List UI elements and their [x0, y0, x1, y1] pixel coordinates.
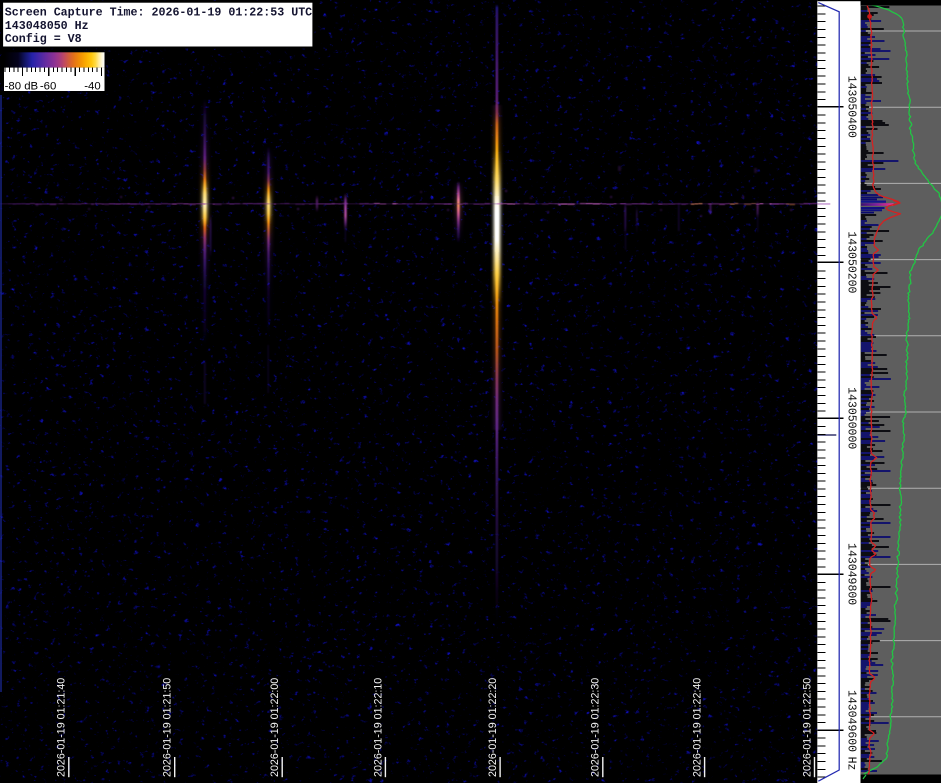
- svg-text:-40: -40: [84, 80, 100, 92]
- svg-text:143050200: 143050200: [845, 231, 858, 293]
- svg-text:2026-01-19 01:22:10: 2026-01-19 01:22:10: [372, 678, 384, 777]
- svg-text:143049800: 143049800: [845, 543, 858, 605]
- svg-text:2026-01-19 01:22:30: 2026-01-19 01:22:30: [590, 678, 602, 777]
- svg-text:2026-01-19 01:22:50: 2026-01-19 01:22:50: [801, 678, 813, 777]
- svg-text:2026-01-19 01:21:40: 2026-01-19 01:21:40: [56, 678, 68, 777]
- svg-text:143050000: 143050000: [845, 387, 858, 449]
- svg-text:2026-01-19 01:22:00: 2026-01-19 01:22:00: [269, 678, 281, 777]
- svg-text:2026-01-19 01:22:40: 2026-01-19 01:22:40: [692, 678, 704, 777]
- svg-text:-80 dB: -80 dB: [5, 80, 39, 92]
- svg-text:-60: -60: [40, 80, 56, 92]
- svg-text:2026-01-19 01:21:50: 2026-01-19 01:21:50: [162, 678, 174, 777]
- svg-text:143048050 Hz: 143048050 Hz: [5, 20, 89, 33]
- svg-text:143050400: 143050400: [845, 76, 858, 138]
- svg-text:2026-01-19 01:22:20: 2026-01-19 01:22:20: [487, 678, 499, 777]
- svg-text:Hz: Hz: [845, 757, 858, 771]
- svg-text:Screen Capture Time: 2026-01-1: Screen Capture Time: 2026-01-19 01:22:53…: [5, 7, 312, 20]
- svg-text:Config = V8: Config = V8: [5, 33, 82, 46]
- svg-text:143049600: 143049600: [845, 690, 858, 752]
